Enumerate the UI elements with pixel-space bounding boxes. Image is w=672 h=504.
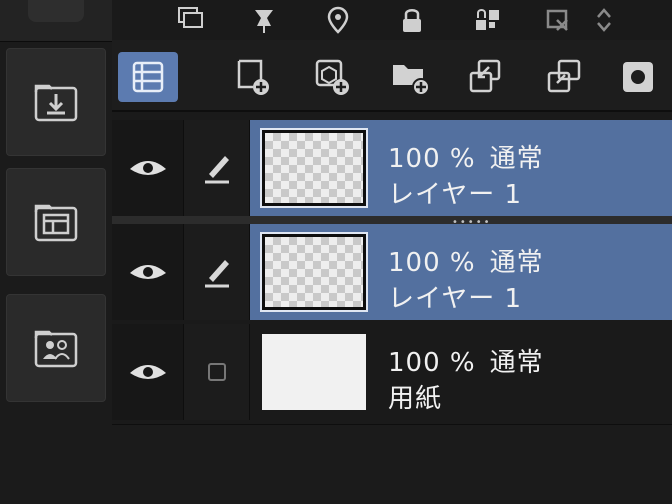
layer-opacity: 100 %: [388, 248, 476, 278]
lock-icon: [403, 9, 421, 32]
visibility-toggle[interactable]: [112, 224, 184, 320]
edit-toggle[interactable]: [184, 224, 250, 320]
people-folder-button[interactable]: [6, 294, 106, 402]
blend-mode: 通常: [489, 348, 544, 378]
eye-icon: [129, 365, 166, 379]
layer-opacity: 100 %: [388, 144, 476, 174]
new-raster-layer-icon: [237, 59, 269, 95]
layer-body[interactable]: 100 % 通常 用紙: [250, 324, 672, 420]
new-vector-layer-icon: [315, 59, 349, 95]
reference-button[interactable]: [320, 4, 356, 36]
people-folder-icon: [34, 330, 78, 368]
layer-panel-button[interactable]: [118, 52, 178, 102]
layer-body[interactable]: 100 % 通常 レイヤー 1: [250, 224, 672, 320]
layer-row[interactable]: 100 % 通常 用紙: [112, 324, 672, 420]
layer-row[interactable]: 100 % 通常 レイヤー 1: [112, 120, 672, 216]
layout-folder-icon: [34, 204, 78, 242]
layer-name: 用紙: [388, 384, 443, 414]
layout-folder-button[interactable]: [6, 168, 106, 276]
import-folder-icon: [34, 84, 78, 122]
top-toolbar: [112, 0, 672, 40]
arrows-button[interactable]: [586, 4, 622, 36]
new-raster-layer-button[interactable]: [222, 52, 282, 102]
layer-thumbnail: [260, 232, 368, 312]
arrows-icon: [597, 8, 611, 32]
lock-transparency-icon: [476, 9, 499, 30]
new-vector-layer-button[interactable]: [302, 52, 362, 102]
eye-icon: [129, 161, 166, 175]
layer-panel-icon: [132, 61, 164, 93]
pin-button[interactable]: [246, 4, 282, 36]
layer-toolbar: [112, 40, 672, 112]
edit-toggle[interactable]: [184, 324, 250, 420]
transfer-down-icon: [469, 59, 501, 93]
blend-mode: 通常: [489, 144, 544, 174]
new-folder-button[interactable]: [380, 52, 440, 102]
mask-icon: [623, 62, 653, 92]
layer-opacity: 100 %: [388, 348, 476, 378]
left-dock: [0, 0, 112, 504]
clip-mask-button[interactable]: [542, 4, 578, 36]
row-divider: •••••: [112, 216, 672, 228]
lock-button[interactable]: [394, 4, 430, 36]
mask-button[interactable]: [608, 52, 668, 102]
paper-thumbnail: [262, 334, 366, 410]
layer-body[interactable]: 100 % 通常 レイヤー 1: [250, 120, 672, 216]
pin-icon: [255, 10, 273, 33]
visibility-toggle[interactable]: [112, 324, 184, 420]
layer-stack-icon: [178, 7, 203, 28]
layer-name: レイヤー 1: [388, 284, 523, 314]
visibility-toggle[interactable]: [112, 120, 184, 216]
dock-header: [0, 0, 112, 42]
transfer-down-button[interactable]: [456, 52, 516, 102]
edit-toggle[interactable]: [184, 120, 250, 216]
reference-icon: [327, 6, 349, 34]
blend-mode: 通常: [489, 248, 544, 278]
pen-icon: [204, 156, 229, 184]
layer-row[interactable]: 100 % 通常 レイヤー 1: [112, 224, 672, 320]
import-folder-button[interactable]: [6, 48, 106, 156]
combine-icon: [547, 59, 581, 93]
layer-thumbnail: [260, 128, 368, 208]
dock-collapse-button[interactable]: [28, 0, 84, 22]
lock-transparency-button[interactable]: [470, 4, 506, 36]
clip-mask-icon: [546, 9, 568, 31]
edit-checkbox[interactable]: [207, 363, 226, 381]
combine-button[interactable]: [534, 52, 594, 102]
layer-name: レイヤー 1: [388, 180, 523, 210]
eye-icon: [129, 265, 166, 279]
new-folder-icon: [393, 65, 430, 96]
pen-icon: [204, 260, 229, 288]
empty-layer-area: [112, 424, 672, 504]
layer-stack-button[interactable]: [172, 4, 208, 36]
layer-list: 100 % 通常 レイヤー 1 ••••• 100 % 通常 レイヤー 1 10…: [112, 112, 672, 504]
